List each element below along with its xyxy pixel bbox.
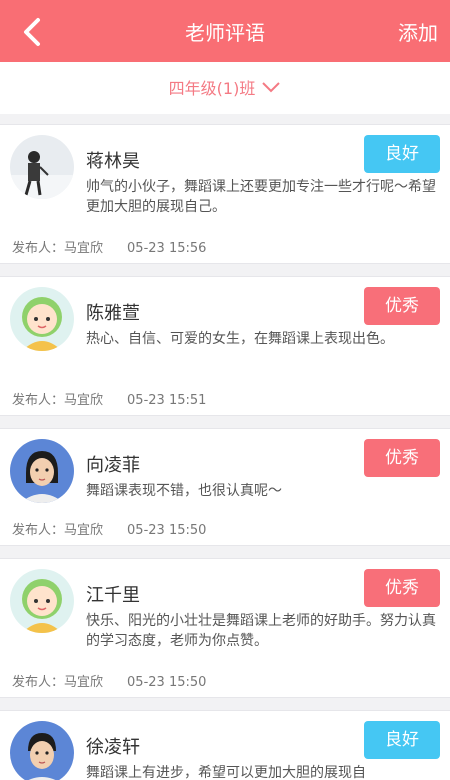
comment-card[interactable]: 江千里 优秀 快乐、阳光的小壮壮是舞蹈课上老师的好助手。努力认真的学习态度，老师… (0, 558, 450, 698)
comment-text: 帅气的小伙子，舞蹈课上还要更加专注一些才行呢～希望更加大胆的展现自己。 (86, 179, 436, 215)
comment-card[interactable]: 陈雅萱 优秀 热心、自信、可爱的女生，在舞蹈课上表现出色。 发布人：马宜欣 05-… (0, 276, 450, 416)
header-bar: 老师评语 添加 (0, 0, 450, 62)
boy-photo-avatar (10, 721, 74, 780)
grade-badge: 优秀 (364, 287, 440, 325)
grade-badge: 良好 (364, 721, 440, 759)
publish-time: 05-23 15:50 (127, 675, 207, 690)
publish-time: 05-23 15:51 (127, 393, 207, 408)
comment-meta: 发布人：马宜欣 05-23 15:56 (12, 237, 206, 256)
comment-card[interactable]: 向凌菲 优秀 舞蹈课表现不错，也很认真呢～ 发布人：马宜欣 05-23 15:50 (0, 428, 450, 546)
publish-time: 05-23 15:50 (127, 523, 207, 538)
grade-badge: 良好 (364, 135, 440, 173)
comment-text: 舞蹈课上有进步，希望可以更加大胆的展现自 (86, 765, 366, 780)
girl-photo-avatar (10, 439, 74, 503)
class-selector-bar: 四年级(1)班 (0, 62, 450, 114)
comment-text: 舞蹈课表现不错，也很认真呢～ (86, 483, 282, 499)
grade-badge: 优秀 (364, 439, 440, 477)
student-name: 向凌菲 (86, 455, 140, 476)
cartoon-avatar (10, 287, 74, 351)
publisher-name: 马宜欣 (64, 675, 104, 690)
publish-time: 05-23 15:56 (127, 241, 207, 256)
comment-card[interactable]: 徐凌轩 良好 舞蹈课上有进步，希望可以更加大胆的展现自 (0, 710, 450, 780)
student-name: 蒋林昊 (86, 151, 140, 172)
comment-text: 快乐、阳光的小壮壮是舞蹈课上老师的好助手。努力认真的学习态度，老师为你点赞。 (86, 613, 436, 649)
grade-badge: 优秀 (364, 569, 440, 607)
page-title: 老师评语 (185, 21, 265, 45)
comment-card[interactable]: 蒋林昊 良好 帅气的小伙子，舞蹈课上还要更加专注一些才行呢～希望更加大胆的展现自… (0, 124, 450, 264)
add-button[interactable]: 添加 (398, 0, 438, 62)
comment-meta: 发布人：马宜欣 05-23 15:50 (12, 671, 206, 690)
publisher-prefix: 发布人： (12, 241, 65, 256)
comment-text: 热心、自信、可爱的女生，在舞蹈课上表现出色。 (86, 331, 394, 347)
publisher-name: 马宜欣 (64, 393, 104, 408)
student-name: 徐凌轩 (86, 737, 140, 758)
publisher-prefix: 发布人： (12, 523, 65, 538)
comment-meta: 发布人：马宜欣 05-23 15:51 (12, 389, 206, 408)
student-name: 陈雅萱 (86, 303, 140, 324)
publisher-prefix: 发布人： (12, 393, 65, 408)
student-name: 江千里 (86, 585, 140, 606)
cartoon-avatar (10, 569, 74, 633)
chevron-down-icon (261, 61, 281, 115)
comment-meta: 发布人：马宜欣 05-23 15:50 (12, 519, 206, 538)
boy-photo-avatar (10, 135, 74, 199)
publisher-prefix: 发布人： (12, 675, 65, 690)
publisher-name: 马宜欣 (64, 241, 104, 256)
publisher-name: 马宜欣 (64, 523, 104, 538)
class-selector[interactable]: 四年级(1)班 (0, 62, 450, 114)
class-selector-label: 四年级(1)班 (168, 79, 256, 98)
